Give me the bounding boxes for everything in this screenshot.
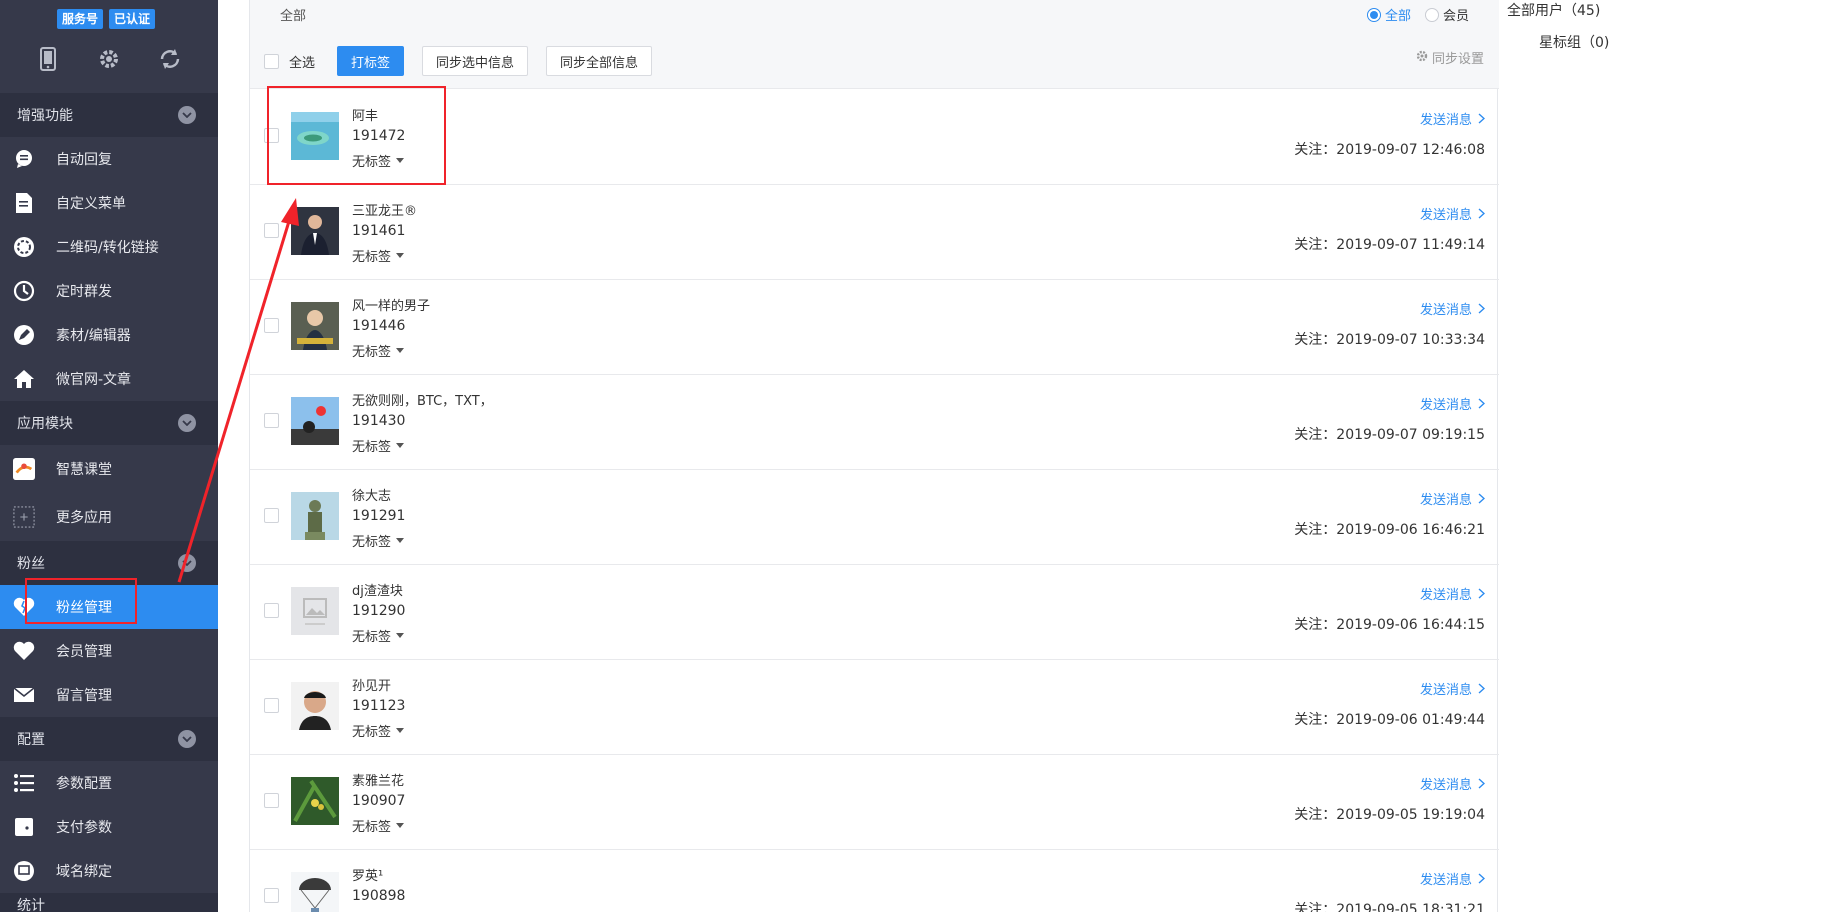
annotation-arrow bbox=[177, 198, 299, 583]
app-root: 服务号 已认证 增强功能 自动回复 自定义菜单 二维码/转化链接 定时群发 素材… bbox=[0, 0, 1838, 912]
